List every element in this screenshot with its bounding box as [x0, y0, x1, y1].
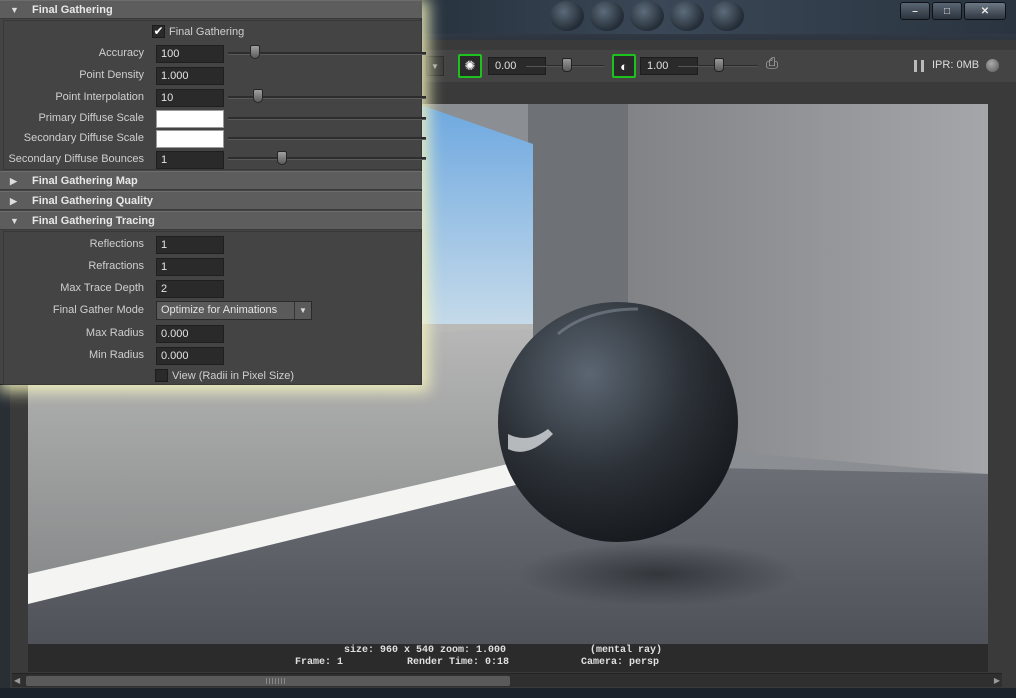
view-radii-checkbox[interactable]	[155, 369, 168, 382]
accuracy-field[interactable]: 100	[156, 45, 224, 63]
minimize-button[interactable]: –	[900, 2, 930, 20]
secondary-diffuse-bounces-slider-track[interactable]	[228, 157, 426, 160]
scrollbar-thumb[interactable]	[26, 676, 510, 686]
shader-swatch	[630, 1, 664, 31]
horizontal-scrollbar[interactable]: ◀ ▶	[12, 673, 1002, 687]
expanded-triangle-icon: ▼	[10, 5, 19, 15]
close-button[interactable]: ✕	[964, 2, 1006, 20]
final-gathering-checkbox[interactable]: ✔	[152, 25, 165, 38]
reflections-field[interactable]: 1	[156, 236, 224, 254]
final-gather-mode-select[interactable]: Optimize for Animations ▼	[156, 301, 312, 320]
max-radius-label: Max Radius	[85, 327, 144, 339]
section-final-gathering-quality[interactable]: ▶ Final Gathering Quality	[0, 191, 422, 210]
reflections-label: Reflections	[89, 238, 144, 250]
shader-swatch	[590, 1, 624, 31]
max-trace-depth-field[interactable]: 2	[156, 280, 224, 298]
primary-diffuse-scale-label: Primary Diffuse Scale	[38, 112, 144, 124]
collapsed-triangle-icon: ▶	[10, 176, 17, 186]
max-radius-field[interactable]: 0.000	[156, 325, 224, 343]
shader-swatch	[710, 1, 744, 31]
scroll-right-icon[interactable]: ▶	[994, 676, 1000, 685]
point-interpolation-label: Point Interpolation	[55, 91, 144, 103]
frame-text: Frame: 1	[295, 657, 344, 668]
maximize-button[interactable]: □	[932, 2, 962, 20]
secondary-diffuse-bounces-label: Secondary Diffuse Bounces	[8, 153, 144, 165]
render-info: size: 960 x 540 zoom: 1.000 (mental ray)…	[28, 644, 988, 672]
final-gathering-tracing-body: Reflections 1 Refractions 1 Max Trace De…	[3, 231, 422, 385]
final-gather-mode-value: Optimize for Animations	[161, 304, 278, 316]
final-gather-mode-label: Final Gather Mode	[52, 304, 144, 316]
section-final-gathering-map[interactable]: ▶ Final Gathering Map	[0, 171, 422, 190]
gamma-icon[interactable]: ◐	[612, 54, 636, 78]
point-interpolation-field[interactable]: 10	[156, 89, 224, 107]
expanded-triangle-icon: ▼	[10, 216, 19, 226]
refractions-field[interactable]: 1	[156, 258, 224, 276]
render-toolbar: ▼ ✺ 0.00 ◐ 1.00 ⎙ IPR: 0MB	[420, 50, 1016, 82]
chevron-down-icon[interactable]: ▼	[426, 56, 444, 76]
exposure-slider-handle[interactable]	[562, 58, 572, 72]
exposure-icon[interactable]: ✺	[458, 54, 482, 78]
secondary-diffuse-scale-slider-track[interactable]	[228, 137, 426, 140]
accuracy-label: Accuracy	[98, 47, 144, 59]
title-bar: – □ ✕	[420, 0, 1016, 34]
max-trace-depth-label: Max Trace Depth	[60, 282, 144, 294]
section-final-gathering-tracing[interactable]: ▼ Final Gathering Tracing	[0, 211, 422, 230]
snapshot-icon[interactable]: ⎙	[766, 55, 786, 77]
refractions-label: Refractions	[88, 260, 144, 272]
secondary-diffuse-scale-swatch[interactable]	[156, 130, 224, 148]
accuracy-slider-handle[interactable]	[250, 45, 260, 59]
section-final-gathering[interactable]: ▼ Final Gathering	[0, 0, 422, 19]
view-radii-checkbox-label: View (Radii in Pixel Size)	[172, 370, 295, 382]
render-size-text: size: 960 x 540 zoom: 1.000	[344, 645, 507, 656]
pause-icon[interactable]	[914, 60, 924, 72]
sphere	[498, 302, 738, 542]
render-time-text: Render Time: 0:18	[407, 657, 510, 668]
camera-text: Camera: persp	[581, 657, 660, 668]
scroll-left-icon[interactable]: ◀	[14, 676, 20, 685]
section-title: Final Gathering	[32, 4, 113, 16]
section-title: Final Gathering Map	[32, 175, 138, 187]
ipr-status-icon[interactable]	[986, 59, 999, 72]
section-title: Final Gathering Tracing	[32, 215, 155, 227]
point-interpolation-slider-handle[interactable]	[253, 89, 263, 103]
primary-diffuse-scale-swatch[interactable]	[156, 110, 224, 128]
min-radius-label: Min Radius	[88, 349, 144, 361]
ipr-memory-label: IPR: 0MB	[932, 59, 980, 71]
primary-diffuse-scale-slider-track[interactable]	[228, 117, 426, 120]
secondary-diffuse-scale-label: Secondary Diffuse Scale	[23, 132, 144, 144]
window-controls: – □ ✕	[900, 2, 1006, 20]
final-gathering-checkbox-label: Final Gathering	[169, 26, 245, 38]
shader-swatch	[550, 1, 584, 31]
renderer-text: (mental ray)	[590, 645, 663, 656]
chevron-down-icon[interactable]: ▼	[294, 302, 311, 319]
point-density-field[interactable]: 1.000	[156, 67, 224, 85]
secondary-diffuse-bounces-slider-handle[interactable]	[277, 151, 287, 165]
secondary-diffuse-bounces-field[interactable]: 1	[156, 151, 224, 169]
window-frame-bottom	[0, 688, 1016, 698]
min-radius-field[interactable]: 0.000	[156, 347, 224, 365]
shader-swatch	[670, 1, 704, 31]
collapsed-triangle-icon: ▶	[10, 196, 17, 206]
gamma-slider-handle[interactable]	[714, 58, 724, 72]
final-gathering-attribute-panel: ▼ Final Gathering ✔ Final Gathering Accu…	[0, 0, 426, 385]
grip-icon	[266, 678, 286, 684]
point-density-label: Point Density	[79, 69, 144, 81]
section-title: Final Gathering Quality	[32, 195, 154, 207]
final-gathering-body: ✔ Final Gathering Accuracy 100 Point Den…	[3, 20, 426, 170]
